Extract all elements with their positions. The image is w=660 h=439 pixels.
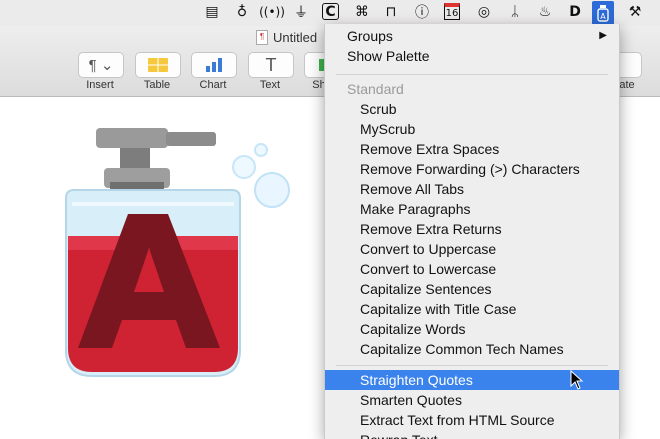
menu-separator	[336, 365, 608, 366]
menu-item-label: Convert to Uppercase	[360, 241, 497, 257]
window-title-text: Untitled	[273, 30, 318, 45]
menu-item[interactable]: Smarten Quotes	[325, 390, 619, 410]
groups-label: Groups	[347, 28, 393, 44]
document-icon: ¶	[256, 30, 268, 45]
menu-item-label: Capitalize Words	[360, 321, 466, 337]
menu-item-label: MyScrub	[360, 121, 416, 137]
menu-item-label: Remove Extra Returns	[360, 221, 502, 237]
text-icon: T	[265, 54, 277, 75]
menu-item[interactable]: Capitalize Common Tech Names	[325, 339, 619, 359]
menu-item-label: Rewrap Text	[360, 430, 438, 439]
menu-item[interactable]: Scrub	[325, 99, 619, 119]
lightbulb-icon[interactable]: ♁	[233, 3, 251, 21]
paragraph-icon: ¶ ⌄	[88, 57, 114, 74]
soap-bottle-icon: A	[597, 5, 609, 22]
menu-item[interactable]: Convert to Uppercase	[325, 239, 619, 259]
insert-label: Insert	[86, 79, 114, 91]
menu-item-label: Remove Forwarding (>) Characters	[360, 161, 580, 177]
chart-label: Chart	[199, 79, 227, 91]
table-button[interactable]	[135, 52, 181, 78]
section-header-label: Standard	[347, 81, 404, 97]
broom-icon[interactable]: ⏚	[292, 3, 310, 21]
update-label: ate	[619, 79, 635, 91]
menu-bar: ▤ ♁ ((•)) ⏚ C ⌘ ⊓ ⓘ 16 ◎ ᛦ ♨ D A ⚒	[0, 0, 660, 27]
textsoap-icon[interactable]: A	[592, 1, 614, 25]
compass-icon[interactable]: ◎	[475, 3, 493, 21]
table-icon	[148, 58, 168, 72]
menu-item[interactable]: Remove Extra Spaces	[325, 139, 619, 159]
tool-icon[interactable]: ⚒	[626, 3, 644, 21]
text-label: Text	[259, 79, 281, 91]
window-title: ¶ Untitled	[256, 30, 317, 45]
submenu-arrow-icon: ▶	[599, 30, 607, 41]
svg-text:A: A	[600, 12, 606, 21]
menu-item[interactable]: Extract Text from HTML Source	[325, 410, 619, 430]
menu-item[interactable]: Capitalize Words	[325, 319, 619, 339]
table-label: Table	[143, 79, 171, 91]
menu-item-label: Capitalize Common Tech Names	[360, 341, 564, 357]
widget-icon[interactable]: ⊓	[382, 3, 400, 21]
chart-button[interactable]	[191, 52, 237, 78]
menu-item-show-palette[interactable]: Show Palette	[325, 46, 619, 66]
calendar-day: 16	[445, 7, 459, 19]
menu-item[interactable]: Rewrap Text	[325, 430, 619, 439]
menu-item-label: Remove All Tabs	[360, 181, 465, 197]
menu-item[interactable]: Remove Extra Returns	[325, 219, 619, 239]
chart-icon	[206, 58, 222, 72]
insert-button[interactable]: ¶ ⌄	[78, 52, 124, 78]
d-icon[interactable]: D	[566, 3, 584, 21]
card-icon[interactable]: ▤	[203, 3, 221, 21]
flame-icon[interactable]: ♨	[536, 3, 554, 21]
calendar-icon[interactable]: 16	[444, 3, 460, 20]
menu-item-label: Make Paragraphs	[360, 201, 471, 217]
menu-item[interactable]: Capitalize with Title Case	[325, 299, 619, 319]
menu-item[interactable]: MyScrub	[325, 119, 619, 139]
menu-item-label: Remove Extra Spaces	[360, 141, 500, 157]
menu-separator	[336, 74, 608, 75]
command-icon[interactable]: ⌘	[353, 3, 371, 21]
menu-section-header: Standard	[325, 79, 619, 99]
text-button[interactable]: T	[248, 52, 294, 78]
menu-item-label: Straighten Quotes	[360, 372, 473, 388]
menu-item-label: Scrub	[360, 101, 397, 117]
menu-item-label: Convert to Lowercase	[360, 261, 497, 277]
textsoap-app-icon	[65, 128, 290, 377]
menu-item-label: Capitalize with Title Case	[360, 301, 517, 317]
menu-item[interactable]: Make Paragraphs	[325, 199, 619, 219]
c-icon[interactable]: C	[322, 3, 339, 20]
bird-icon[interactable]: ᛦ	[506, 3, 524, 21]
menu-item[interactable]: Remove Forwarding (>) Characters	[325, 159, 619, 179]
menu-item[interactable]: Convert to Lowercase	[325, 259, 619, 279]
mouse-cursor-icon	[570, 370, 584, 390]
wireless-icon[interactable]: ((•))	[259, 3, 285, 21]
menu-item[interactable]: Capitalize Sentences	[325, 279, 619, 299]
menu-item-label: Capitalize Sentences	[360, 281, 492, 297]
menu-item-label: Smarten Quotes	[360, 392, 462, 408]
menu-item[interactable]: Remove All Tabs	[325, 179, 619, 199]
show-palette-label: Show Palette	[347, 48, 430, 64]
menu-item-groups[interactable]: Groups ▶	[325, 26, 619, 46]
info-icon[interactable]: ⓘ	[413, 3, 431, 21]
menu-item-label: Extract Text from HTML Source	[360, 412, 555, 428]
